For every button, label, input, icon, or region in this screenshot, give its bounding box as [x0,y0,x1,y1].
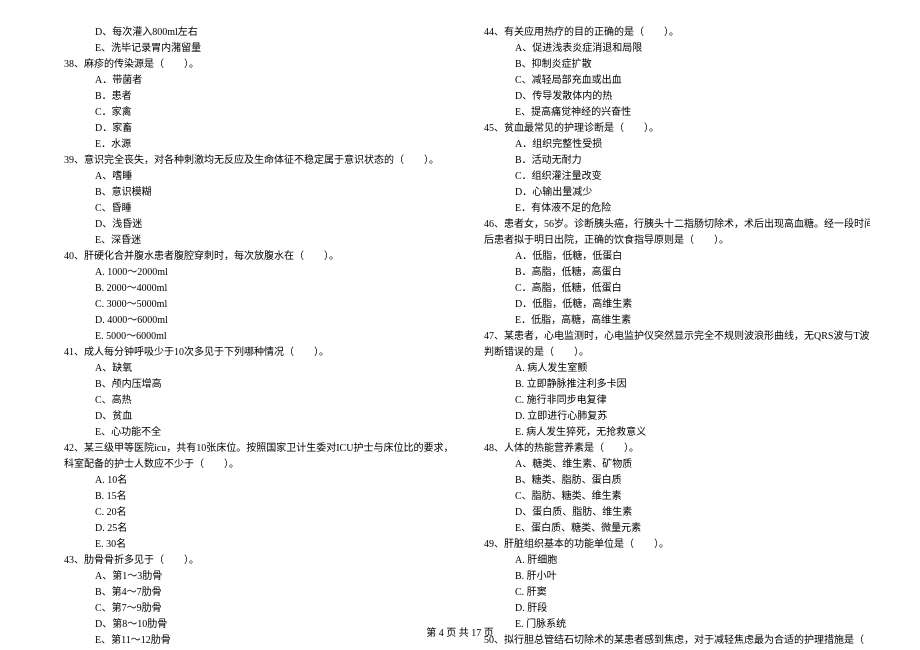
option-line: D、传导发散体内的热 [470,89,870,105]
option-line: C、脂肪、糖类、维生素 [470,489,870,505]
option-line: C．家禽 [50,105,450,121]
page-columns: D、每次灌入800ml左右E、洗毕记录胃内潴留量38、麻疹的传染源是（ ）。A．… [50,25,870,649]
option-line: A．带菌者 [50,73,450,89]
option-line: A、缺氧 [50,361,450,377]
option-line: D、贫血 [50,409,450,425]
option-line: E. 5000～6000ml [50,329,450,345]
option-line: D. 25名 [50,521,450,537]
option-line: A. 1000～2000ml [50,265,450,281]
option-line: E、心功能不全 [50,425,450,441]
option-line: D．心输出量减少 [470,185,870,201]
column-right: 44、有关应用热疗的目的正确的是（ ）。A、促进浅表炎症消退和局限B、抑制炎症扩… [470,25,870,649]
option-line: C、高热 [50,393,450,409]
question-line: 44、有关应用热疗的目的正确的是（ ）。 [470,25,870,41]
option-line: B、颅内压增高 [50,377,450,393]
option-line: B、糖类、脂肪、蛋白质 [470,473,870,489]
option-line: B. 15名 [50,489,450,505]
question-line: 46、患者女，56岁。诊断胰头癌，行胰头十二指肠切除术，术后出现高血糖。经一段时… [470,217,870,233]
option-line: B．高脂，低糖，高蛋白 [470,265,870,281]
option-line: B. 肝小叶 [470,569,870,585]
option-line: D. 4000～6000ml [50,313,450,329]
option-line: B．活动无耐力 [470,153,870,169]
option-line: B. 立即静脉推注利多卡因 [470,377,870,393]
question-line: 47、某患者，心电监测时，心电监护仪突然显示完全不规则波浪形曲线，无QRS波与T… [470,329,870,345]
option-line: D．低脂，低糖，高维生素 [470,297,870,313]
question-line: 39、意识完全丧失，对各种刺激均无反应及生命体征不稳定属于意识状态的（ ）。 [50,153,450,169]
option-line: C．高脂，低糖，低蛋白 [470,281,870,297]
option-line: C、减轻局部充血或出血 [470,73,870,89]
question-line: 后患者拟于明日出院，正确的饮食指导原则是（ ）。 [470,233,870,249]
option-line: D、每次灌入800ml左右 [50,25,450,41]
option-line: D. 立即进行心肺复苏 [470,409,870,425]
option-line: B. 2000～4000ml [50,281,450,297]
option-line: E. 病人发生猝死，无抢救意义 [470,425,870,441]
option-line: D、蛋白质、脂肪、维生素 [470,505,870,521]
option-line: A．低脂，低糖，低蛋白 [470,249,870,265]
option-line: C、昏睡 [50,201,450,217]
option-line: A、促进浅表炎症消退和局限 [470,41,870,57]
option-line: C. 3000～5000ml [50,297,450,313]
option-line: B、意识模糊 [50,185,450,201]
column-left: D、每次灌入800ml左右E、洗毕记录胃内潴留量38、麻疹的传染源是（ ）。A．… [50,25,450,649]
option-line: E．有体液不足的危险 [470,201,870,217]
option-line: E. 30名 [50,537,450,553]
page-footer: 第 4 页 共 17 页 [0,626,920,642]
option-line: E、深昏迷 [50,233,450,249]
option-line: E、提高痛觉神经的兴奋性 [470,105,870,121]
option-line: A．组织完整性受损 [470,137,870,153]
option-line: B、抑制炎症扩散 [470,57,870,73]
question-line: 38、麻疹的传染源是（ ）。 [50,57,450,73]
option-line: C. 施行非同步电复律 [470,393,870,409]
option-line: E、蛋白质、糖类、微量元素 [470,521,870,537]
option-line: A. 肝细胞 [470,553,870,569]
option-line: B．患者 [50,89,450,105]
question-line: 科室配备的护士人数应不少于（ ）。 [50,457,450,473]
option-line: A、糖类、维生素、矿物质 [470,457,870,473]
option-line: A. 病人发生室颤 [470,361,870,377]
question-line: 45、贫血最常见的护理诊断是（ ）。 [470,121,870,137]
question-line: 判断错误的是（ ）。 [470,345,870,361]
question-line: 43、肋骨骨折多见于（ ）。 [50,553,450,569]
option-line: D、浅昏迷 [50,217,450,233]
question-line: 40、肝硬化合并腹水患者腹腔穿刺时，每次放腹水在（ ）。 [50,249,450,265]
question-line: 42、某三级甲等医院icu，共有10张床位。按照国家卫计生委对ICU护士与床位比… [50,441,450,457]
option-line: C、第7～9肋骨 [50,601,450,617]
option-line: C. 肝窦 [470,585,870,601]
option-line: A. 10名 [50,473,450,489]
question-line: 41、成人每分钟呼吸少于10次多见于下列哪种情况（ ）。 [50,345,450,361]
question-line: 48、人体的热能营养素是（ ）。 [470,441,870,457]
option-line: D. 肝段 [470,601,870,617]
question-line: 49、肝脏组织基本的功能单位是（ ）。 [470,537,870,553]
option-line: E、洗毕记录胃内潴留量 [50,41,450,57]
option-line: E．低脂，高糖，高维生素 [470,313,870,329]
option-line: E．水源 [50,137,450,153]
option-line: A、第1～3肋骨 [50,569,450,585]
option-line: C．组织灌注量改变 [470,169,870,185]
option-line: C. 20名 [50,505,450,521]
option-line: D．家畜 [50,121,450,137]
option-line: B、第4～7肋骨 [50,585,450,601]
option-line: A、嗜睡 [50,169,450,185]
